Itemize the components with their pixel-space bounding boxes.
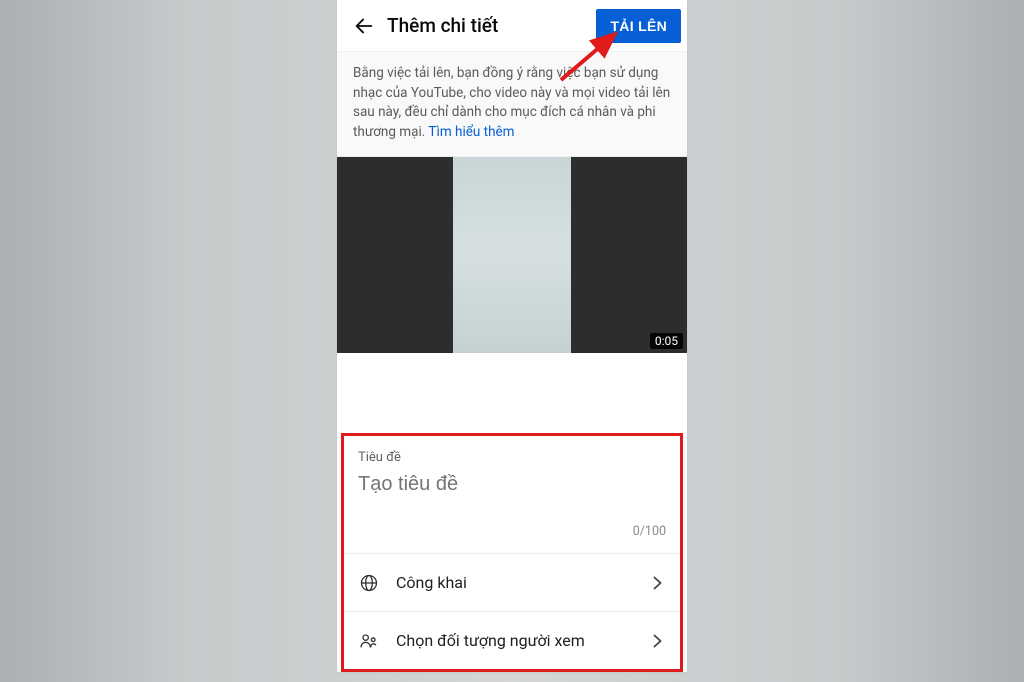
char-counter: 0/100 — [358, 502, 666, 545]
chevron-right-icon — [648, 632, 666, 650]
duration-badge: 0:05 — [650, 333, 683, 349]
audience-row[interactable]: Chọn đối tượng người xem — [344, 611, 680, 669]
chevron-right-icon — [648, 574, 666, 592]
globe-icon — [358, 572, 380, 594]
header-bar: Thêm chi tiết TẢI LÊN — [337, 0, 687, 52]
app-screen: Thêm chi tiết TẢI LÊN Bằng việc tải lên,… — [337, 0, 687, 672]
spacer — [337, 353, 687, 433]
upload-button[interactable]: TẢI LÊN — [596, 9, 681, 43]
video-thumbnail[interactable]: 0:05 — [337, 157, 687, 353]
title-section: Tiêu đề 0/100 — [344, 436, 680, 553]
title-field-label: Tiêu đề — [358, 450, 666, 465]
back-button[interactable] — [347, 9, 381, 43]
audience-label: Chọn đối tượng người xem — [396, 631, 632, 650]
visibility-row[interactable]: Công khai — [344, 553, 680, 611]
title-input[interactable] — [358, 471, 666, 502]
visibility-label: Công khai — [396, 573, 632, 592]
page-title: Thêm chi tiết — [381, 14, 596, 37]
learn-more-link[interactable]: Tìm hiểu thêm — [428, 124, 514, 140]
audience-icon — [358, 630, 380, 652]
form-highlight-box: Tiêu đề 0/100 Công khai — [341, 433, 683, 672]
upload-notice: Bằng việc tải lên, bạn đồng ý rằng việc … — [337, 52, 687, 157]
thumbnail-image — [453, 157, 571, 353]
arrow-left-icon — [353, 15, 375, 37]
